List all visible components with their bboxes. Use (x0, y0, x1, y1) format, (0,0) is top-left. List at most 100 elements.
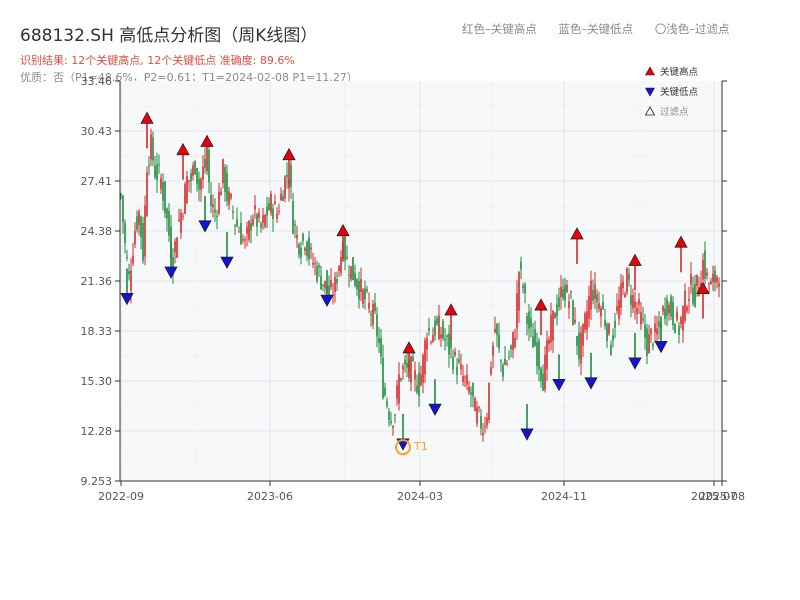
candle-body (182, 215, 184, 217)
candle-body (236, 219, 238, 227)
candle-body (126, 256, 128, 258)
candle-body (218, 191, 220, 214)
candle-body (402, 365, 404, 370)
candle-body (554, 313, 556, 319)
candle-body (248, 221, 250, 240)
candle-body (538, 340, 540, 370)
y-tick-label: 18.33 (81, 325, 113, 338)
candle-body (460, 364, 462, 370)
candle-body (566, 284, 568, 292)
candle-body (246, 227, 248, 234)
candle-body (706, 272, 708, 276)
candle-body (568, 301, 570, 309)
x-tick-label: 2023-06 (247, 490, 293, 503)
candle-body (138, 211, 140, 226)
candle-body (200, 178, 202, 190)
candle-body (490, 367, 492, 374)
candle-body (586, 311, 588, 331)
candle-body (454, 351, 456, 356)
candle-body (484, 425, 486, 427)
candlestick-chart: T1 9.253 12.28 15.30 18.33 21.36 24.38 27.41 30… (81, 66, 745, 503)
candle-body (266, 206, 268, 216)
candle-body (642, 318, 644, 321)
candle-body (502, 365, 504, 377)
candle-body (204, 158, 206, 169)
candle-body (534, 329, 536, 346)
candle-body (520, 261, 522, 269)
candle-body (514, 337, 516, 347)
candle-body (412, 356, 414, 362)
candle-body (234, 225, 236, 227)
candle-body (670, 296, 672, 317)
candle-body (664, 308, 666, 320)
candle-body (572, 300, 574, 325)
candle-body (548, 339, 550, 344)
candle-body (436, 318, 438, 325)
candle-body (546, 340, 548, 369)
candle-body (254, 205, 256, 210)
candle-body (406, 362, 408, 368)
candle-body (426, 338, 428, 350)
candle-body (480, 415, 482, 429)
candle-body (476, 407, 478, 424)
candle-body (418, 372, 420, 397)
candle-body (524, 284, 526, 294)
candle-body (630, 295, 632, 305)
x-tick-label: 2025-08 (699, 490, 745, 503)
candle-body (564, 284, 566, 301)
candle-body (704, 250, 706, 279)
candle-body (458, 359, 460, 363)
candle-body (308, 237, 310, 259)
candle-body (556, 304, 558, 317)
candle-body (210, 194, 212, 206)
candle-body (196, 168, 198, 184)
candle-body (596, 294, 598, 302)
candle-body (360, 279, 362, 293)
candle-body (404, 359, 406, 364)
candle-body (298, 244, 300, 255)
candle-body (178, 219, 180, 221)
candle-body (394, 414, 396, 416)
y-tick-label: 15.30 (81, 375, 113, 388)
candle-body (264, 215, 266, 227)
candle-body (128, 271, 130, 275)
candle-body (198, 178, 200, 190)
candle-body (492, 345, 494, 356)
candle-body (496, 323, 498, 336)
candle-body (544, 355, 546, 390)
candle-body (522, 285, 524, 288)
candle-body (370, 314, 372, 316)
candle-body (134, 231, 136, 245)
candle-body (620, 283, 622, 308)
candle-body (482, 433, 484, 436)
candle-body (188, 180, 190, 182)
candle-body (346, 256, 348, 259)
candle-body (710, 281, 712, 285)
candle-body (180, 212, 182, 233)
candle-body (638, 299, 640, 305)
y-tick-label: 12.28 (81, 425, 113, 438)
candle-body (220, 191, 222, 196)
candle-body (712, 273, 714, 282)
candle-body (438, 315, 440, 340)
candle-body (186, 176, 188, 203)
candle-body (228, 191, 230, 205)
candle-body (378, 337, 380, 344)
candle-body (624, 293, 626, 298)
x-tick-label: 2022-09 (98, 490, 144, 503)
candle-body (696, 274, 698, 286)
candle-body (622, 281, 624, 289)
candle-body (616, 306, 618, 312)
candle-body (656, 328, 658, 335)
candle-body (536, 342, 538, 367)
candle-body (278, 211, 280, 213)
candle-body (682, 305, 684, 331)
candle-body (632, 294, 634, 309)
candle-body (606, 324, 608, 341)
candle-body (382, 357, 384, 399)
candle-body (662, 306, 664, 312)
candle-body (410, 356, 412, 383)
candle-body (154, 165, 156, 178)
candle-body (584, 313, 586, 330)
candle-body (528, 311, 530, 329)
